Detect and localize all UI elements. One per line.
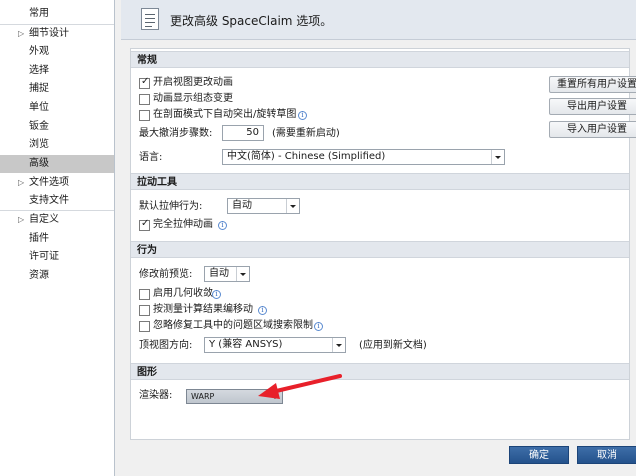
nav-item-label: 文件选项 <box>29 177 69 188</box>
export-settings-button[interactable]: 导出用户设置 <box>549 98 636 115</box>
nav-item-sheetmetal[interactable]: 钣金 <box>0 118 114 136</box>
nav-item-label: 捕捉 <box>29 83 49 94</box>
page-header: 更改高级 SpaceClaim 选项。 <box>121 0 636 40</box>
full-anim-checkbox[interactable] <box>139 218 150 231</box>
default-pull-label: 默认拉伸行为: <box>139 201 203 212</box>
nav-item-addins[interactable]: 插件 <box>0 230 114 248</box>
nav-item-label: 单位 <box>29 102 49 113</box>
nav-item-file-options[interactable]: ▷ 文件选项 <box>0 174 114 192</box>
nav-item-customize[interactable]: ▷ 自定义 <box>0 211 114 229</box>
language-select[interactable]: 中文(简体) - Chinese (Simplified) <box>222 149 505 165</box>
top-view-value: Y (兼容 ANSYS) <box>209 339 283 350</box>
chevron-down-icon[interactable] <box>269 390 282 404</box>
nav-item-label: 选择 <box>29 65 49 76</box>
preview-value: 自动 <box>209 268 229 279</box>
renderer-select[interactable]: WARP <box>186 389 283 404</box>
nav-item-label: 自定义 <box>29 214 59 225</box>
language-value: 中文(简体) - Chinese (Simplified) <box>227 151 386 162</box>
auto-sketch-label: 在剖面模式下自动突出/旋转草图 <box>153 109 297 120</box>
import-settings-button[interactable]: 导入用户设置 <box>549 121 636 138</box>
nav-item-license[interactable]: 许可证 <box>0 248 114 266</box>
document-icon <box>141 8 159 30</box>
nav-item-appearance[interactable]: 外观 <box>0 43 114 61</box>
nav-item-support-files[interactable]: 支持文件 <box>0 192 114 210</box>
view-anim-checkbox[interactable] <box>139 76 150 89</box>
nav-item-common[interactable]: 常用 <box>0 5 114 23</box>
nav-item-label: 细节设计 <box>29 28 69 39</box>
chevron-down-icon[interactable] <box>332 338 345 352</box>
options-nav: 常用 ▷ 细节设计 外观 选择 捕捉 单位 钣金 浏览 高级 ▷ 文件选项 支持文件… <box>0 0 115 476</box>
max-undo-input[interactable]: 50 <box>222 125 264 141</box>
state-anim-checkbox[interactable] <box>139 94 150 105</box>
info-icon[interactable]: i <box>258 306 267 315</box>
section-header-behavior: 行为 <box>131 241 629 258</box>
view-anim-label: 开启视图更改动画 <box>153 77 233 88</box>
geo-converge-checkbox[interactable] <box>139 289 150 300</box>
settings-panel: 常规 开启视图更改动画 动画显示组态变更 在剖面模式下自动突出/旋转草图 i 最… <box>130 48 636 440</box>
nav-item-snap[interactable]: 捕捉 <box>0 80 114 98</box>
section-header-pull: 拉动工具 <box>131 173 629 190</box>
expand-icon[interactable]: ▷ <box>18 211 24 229</box>
full-anim-label: 完全拉伸动画 <box>153 219 213 230</box>
ok-button[interactable]: 确定 <box>509 446 569 464</box>
nav-item-label: 插件 <box>29 233 49 244</box>
nav-item-label: 外观 <box>29 46 49 57</box>
chevron-down-icon[interactable] <box>491 150 504 164</box>
auto-sketch-checkbox[interactable] <box>139 110 150 121</box>
top-view-label: 顶视图方向: <box>139 340 193 351</box>
nav-item-advanced[interactable]: 高级 <box>0 155 114 173</box>
top-view-note: (应用到新文档) <box>359 340 427 351</box>
info-icon[interactable]: i <box>212 290 221 299</box>
nav-item-label: 钣金 <box>29 121 49 132</box>
dialog-footer: 确定 取消 <box>121 440 636 476</box>
reset-settings-button[interactable]: 重置所有用户设置 <box>549 76 636 93</box>
nav-item-label: 资源 <box>29 270 49 281</box>
max-undo-note: (需要重新启动) <box>272 128 340 139</box>
max-undo-label: 最大撤消步骤数: <box>139 128 213 139</box>
preview-label: 修改前预览: <box>139 269 193 280</box>
options-pane: 更改高级 SpaceClaim 选项。 常规 开启视图更改动画 动画显示组态变更… <box>115 0 636 476</box>
renderer-label: 渲染器: <box>139 390 173 401</box>
nav-item-browse[interactable]: 浏览 <box>0 136 114 154</box>
ignore-limit-label: 忽略修复工具中的问题区域搜索限制 <box>153 320 313 331</box>
renderer-value: WARP <box>191 392 215 401</box>
info-icon[interactable]: i <box>298 111 307 120</box>
nav-item-units[interactable]: 单位 <box>0 99 114 117</box>
language-label: 语言: <box>139 152 163 163</box>
nav-item-resources[interactable]: 资源 <box>0 267 114 285</box>
move-by-result-label: 按测量计算结果编移动 <box>153 304 253 315</box>
top-view-select[interactable]: Y (兼容 ANSYS) <box>204 337 346 353</box>
section-header-graphics: 图形 <box>131 363 629 380</box>
chevron-down-icon[interactable] <box>286 199 299 213</box>
expand-icon[interactable]: ▷ <box>18 174 24 192</box>
cancel-button[interactable]: 取消 <box>577 446 636 464</box>
ignore-limit-checkbox[interactable] <box>139 321 150 332</box>
nav-item-label: 浏览 <box>29 139 49 150</box>
page-title: 更改高级 SpaceClaim 选项。 <box>170 14 333 28</box>
section-header-general: 常规 <box>131 51 629 68</box>
chevron-down-icon[interactable] <box>236 267 249 281</box>
nav-item-selection[interactable]: 选择 <box>0 62 114 80</box>
default-pull-select[interactable]: 自动 <box>227 198 300 214</box>
nav-item-label: 许可证 <box>29 251 59 262</box>
default-pull-value: 自动 <box>232 200 252 211</box>
info-icon[interactable]: i <box>218 221 227 230</box>
nav-item-label: 支持文件 <box>29 195 69 206</box>
state-anim-label: 动画显示组态变更 <box>153 93 233 104</box>
nav-item-label: 常用 <box>29 8 49 19</box>
preview-select[interactable]: 自动 <box>204 266 250 282</box>
expand-icon[interactable]: ▷ <box>18 25 24 43</box>
nav-item-detailing[interactable]: ▷ 细节设计 <box>0 25 114 43</box>
info-icon[interactable]: i <box>314 322 323 331</box>
nav-item-label: 高级 <box>29 158 49 169</box>
move-by-result-checkbox[interactable] <box>139 305 150 316</box>
geo-converge-label: 启用几何收敛 <box>153 288 213 299</box>
